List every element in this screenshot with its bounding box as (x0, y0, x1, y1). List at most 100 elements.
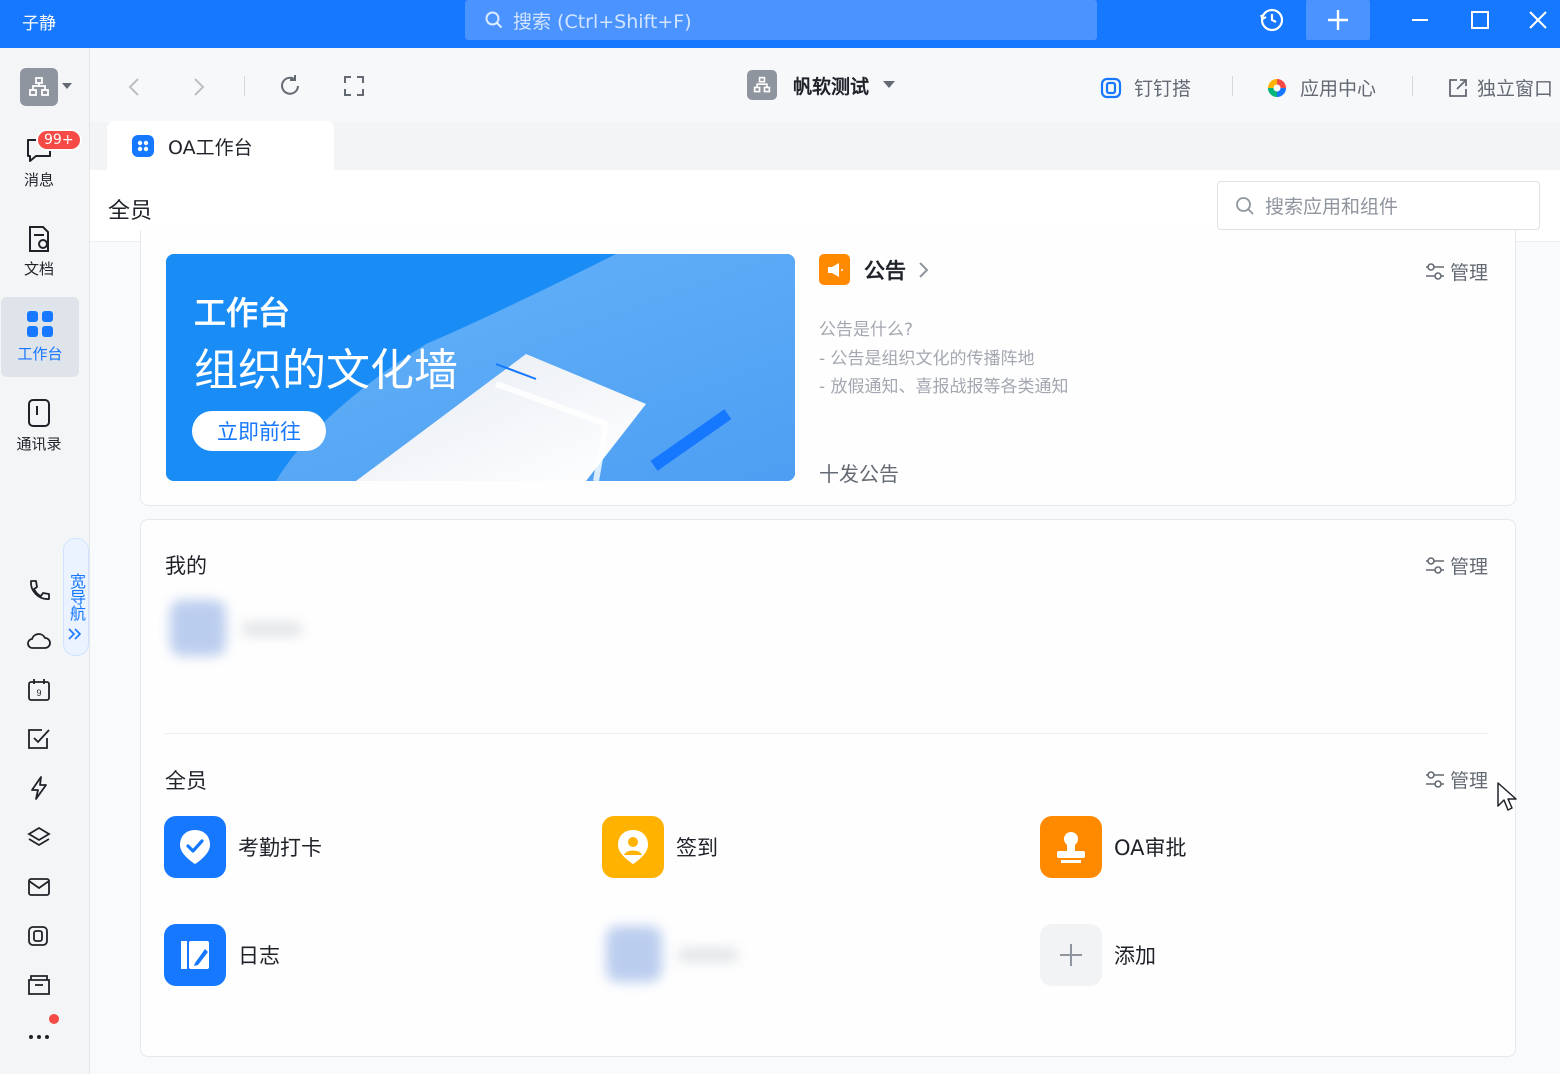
org-icon (20, 68, 58, 106)
fullscreen-icon[interactable] (343, 75, 365, 101)
global-search-placeholder: 搜索 (Ctrl+Shift+F) (513, 10, 692, 33)
calendar-icon[interactable]: 9 (24, 675, 54, 705)
plus-icon (1040, 924, 1102, 986)
app-label: 签到 (676, 836, 718, 860)
rail-item-workbench[interactable]: 工作台 (1, 297, 79, 377)
external-window-icon (1449, 78, 1467, 97)
megaphone-icon (819, 254, 850, 285)
maximize-icon[interactable] (1460, 0, 1500, 40)
approval-stamp-icon (1040, 816, 1102, 878)
banner-title: 组织的文化墙 (194, 345, 458, 396)
toolbar-divider (244, 76, 245, 96)
caret-down-icon (62, 83, 72, 89)
close-icon[interactable] (1518, 0, 1558, 40)
rail-item-label: 通讯录 (16, 435, 62, 453)
dingtalk-builder-rail-icon[interactable] (24, 921, 54, 951)
announcement-manage-button[interactable]: 管理 (1424, 258, 1488, 285)
toolbar-divider (1412, 76, 1413, 96)
rail-item-docs[interactable]: 文档 (0, 224, 78, 290)
cloud-icon[interactable] (24, 626, 54, 656)
settings-sliders-icon (1426, 556, 1444, 574)
loading-app-placeholder (606, 926, 756, 986)
app-attendance[interactable]: 考勤打卡 (164, 816, 322, 878)
all-manage-button[interactable]: 管理 (1424, 766, 1488, 793)
banner-subtitle: 工作台 (194, 294, 291, 332)
more-icon[interactable] (24, 1020, 54, 1050)
rail-item-contacts[interactable]: 通讯录 (0, 397, 78, 463)
mail-icon[interactable] (24, 872, 54, 902)
app-search-input[interactable]: 搜索应用和组件 (1217, 181, 1540, 230)
app-checkin[interactable]: 签到 (602, 816, 718, 878)
app-center-label: 应用中心 (1300, 78, 1377, 100)
mouse-cursor-icon (1497, 782, 1517, 811)
app-label: 考勤打卡 (238, 836, 322, 860)
go-now-button[interactable]: 立即前往 (192, 411, 326, 451)
double-chevron-right-icon (68, 628, 82, 640)
tab-label: OA工作台 (168, 136, 253, 159)
contacts-icon (28, 399, 50, 427)
forward-icon[interactable] (189, 76, 209, 102)
todo-icon[interactable] (24, 724, 54, 754)
document-icon (29, 226, 49, 252)
svg-text:9: 9 (36, 688, 41, 698)
dingtalk-builder-link[interactable]: 钉钉搭 (1100, 74, 1191, 101)
standalone-window-link[interactable]: 独立窗口 (1447, 74, 1553, 101)
announcement-title: 公告 (864, 258, 906, 283)
dingtalk-builder-label: 钉钉搭 (1134, 78, 1192, 100)
app-add[interactable]: 添加 (1040, 924, 1156, 986)
workbench-icon (27, 311, 53, 337)
folder-icon[interactable] (24, 970, 54, 1000)
loading-app-placeholder (170, 600, 320, 660)
lightning-icon[interactable] (24, 773, 54, 803)
app-search-placeholder: 搜索应用和组件 (1265, 196, 1399, 218)
rail-item-label: 消息 (23, 171, 54, 189)
tab-oa-workbench[interactable]: OA工作台 (107, 121, 334, 171)
mine-manage-button[interactable]: 管理 (1424, 552, 1488, 579)
announcement-header[interactable]: 公告 (819, 254, 930, 285)
chevron-right-icon (919, 261, 929, 278)
settings-sliders-icon (1426, 262, 1444, 280)
refresh-icon[interactable] (278, 74, 302, 102)
rail-item-messages[interactable]: 99+ 消息 (0, 129, 82, 205)
culture-wall-banner[interactable]: 工作台 组织的文化墙 立即前往 (166, 254, 795, 481)
page-title: 全员 (108, 199, 153, 224)
announcement-intro-line: - 放假通知、喜报战报等各类通知 (819, 377, 1069, 397)
minimize-icon[interactable] (1400, 0, 1440, 40)
app-oa-approval[interactable]: OA审批 (1040, 816, 1187, 878)
history-icon[interactable] (1252, 0, 1292, 40)
org-icon (747, 70, 777, 100)
notification-dot (49, 1014, 59, 1024)
back-icon[interactable] (124, 76, 144, 102)
org-name: 帆软测试 (793, 75, 870, 98)
user-name[interactable]: 子静 (22, 9, 56, 34)
app-log[interactable]: 日志 (164, 924, 280, 986)
global-search-input[interactable]: 搜索 (Ctrl+Shift+F) (465, 0, 1097, 40)
org-switcher[interactable] (20, 68, 72, 106)
app-label: 日志 (238, 944, 280, 968)
announcement-intro-question: 公告是什么? (819, 320, 914, 340)
workbench-tab-icon (132, 135, 154, 157)
rail-item-label: 文档 (23, 260, 54, 278)
org-selector[interactable]: 帆软测试 (747, 70, 896, 100)
app-label: OA审批 (1114, 836, 1187, 860)
attendance-icon (164, 816, 226, 878)
app-center-link[interactable]: 应用中心 (1266, 74, 1376, 101)
create-plus-button[interactable] (1306, 0, 1370, 40)
manage-label: 管理 (1450, 262, 1489, 284)
announcement-intro-line: - 公告是组织文化的传播阵地 (819, 349, 1035, 369)
manage-label: 管理 (1450, 556, 1489, 578)
log-icon (164, 924, 226, 986)
layers-icon[interactable] (24, 823, 54, 853)
phone-icon[interactable] (24, 576, 54, 606)
section-divider (165, 733, 1489, 734)
publish-announcement-button[interactable]: 十发公告 (819, 458, 899, 487)
standalone-window-label: 独立窗口 (1477, 78, 1554, 100)
apps-card (140, 519, 1516, 1057)
search-icon (485, 11, 503, 29)
toolbar-divider (1232, 76, 1233, 96)
caret-down-icon (883, 81, 896, 88)
app-label: 添加 (1114, 944, 1156, 968)
search-icon (1236, 196, 1254, 215)
checkin-icon (602, 816, 664, 878)
dingtalk-builder-icon (1100, 77, 1122, 98)
